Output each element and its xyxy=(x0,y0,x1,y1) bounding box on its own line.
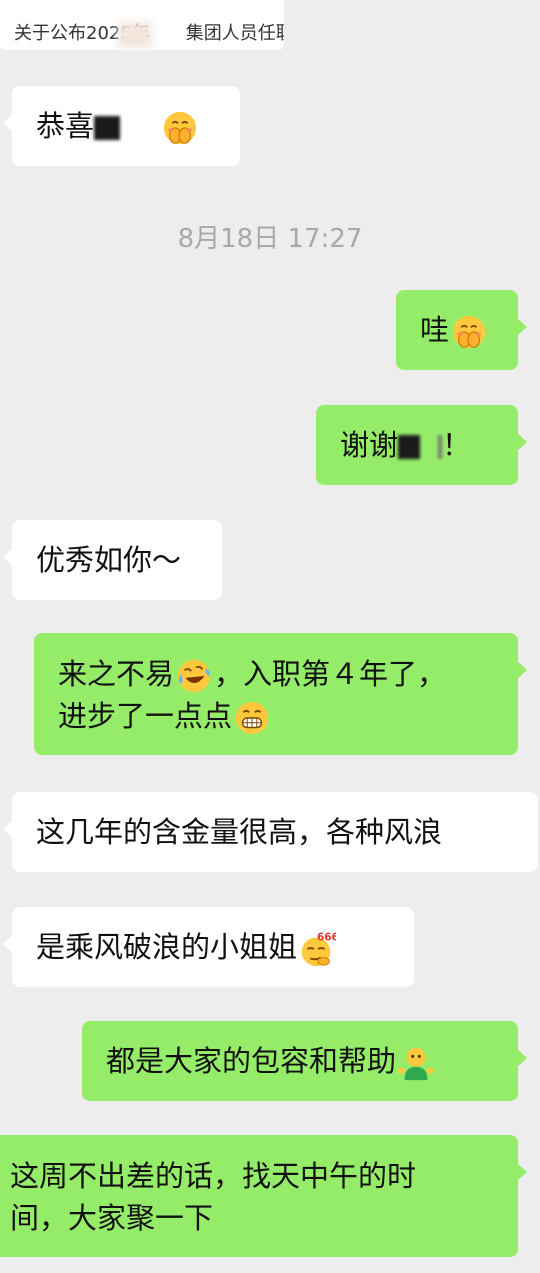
message-text: 都是大家的包容和帮助 xyxy=(106,1044,397,1078)
hands-over-mouth-face-icon xyxy=(450,313,488,351)
name-redaction xyxy=(94,116,121,140)
message-text: 哇 xyxy=(420,313,450,347)
name-redaction xyxy=(398,435,421,459)
message-bubble-incoming[interactable]: 是乘风破浪的小姐姐 666 xyxy=(3,907,414,987)
message-bubble-outgoing[interactable]: 这周不出差的话，找天中午的时 间，大家聚一下 xyxy=(0,1135,527,1257)
message-text: 进步了一点点 xyxy=(58,699,233,733)
tears-of-joy-face-icon xyxy=(175,657,213,695)
666-badge: 666 xyxy=(317,931,336,943)
666-thinking-face-icon: 666 xyxy=(298,930,336,968)
message-text: 恭喜 xyxy=(36,109,95,143)
message-text: ，入职第４年了， xyxy=(214,657,447,691)
chat-timestamp: 8月18日 17:27 xyxy=(177,224,363,254)
grinning-face-icon xyxy=(233,699,271,737)
message-text: 是乘风破浪的小姐姐 xyxy=(36,930,298,964)
message-text: 谢谢 xyxy=(340,428,399,462)
message-text: 优秀如你～ xyxy=(36,543,182,577)
message-line: 间，大家聚一下 xyxy=(10,1201,214,1235)
message-bubble-incoming[interactable]: 恭喜 xyxy=(3,86,240,166)
message-text: 来之不易 xyxy=(58,657,175,691)
message-text: ！ xyxy=(442,428,472,462)
message-bubble-incoming[interactable]: 这几年的含金量很高，各种风浪 xyxy=(3,792,538,872)
name-redaction xyxy=(438,435,443,459)
message-bubble-outgoing[interactable]: 都是大家的包容和帮助 xyxy=(82,1021,527,1101)
message-bubble-incoming[interactable]: 优秀如你～ xyxy=(3,520,222,600)
message-text: 这几年的含金量很高，各种风浪 xyxy=(36,815,443,849)
message-bubble-outgoing[interactable]: 来之不易 ，入职第４年了， 进步了一点点 xyxy=(34,633,527,755)
shared-article-card[interactable]: 关于公布2025年 集团人员任职通 xyxy=(0,0,284,50)
message-line: 进步了一点点 xyxy=(58,695,518,737)
message-bubble-outgoing[interactable]: 谢谢 ！ xyxy=(316,405,527,485)
hands-over-mouth-face-icon xyxy=(161,109,199,147)
redaction-blur xyxy=(118,22,152,48)
message-bubble-outgoing[interactable]: 哇 xyxy=(396,290,527,370)
message-line: 来之不易 ，入职第４年了， xyxy=(58,653,518,695)
message-line: 这周不出差的话，找天中午的时 xyxy=(10,1159,417,1193)
shrug-person-icon xyxy=(397,1044,435,1082)
